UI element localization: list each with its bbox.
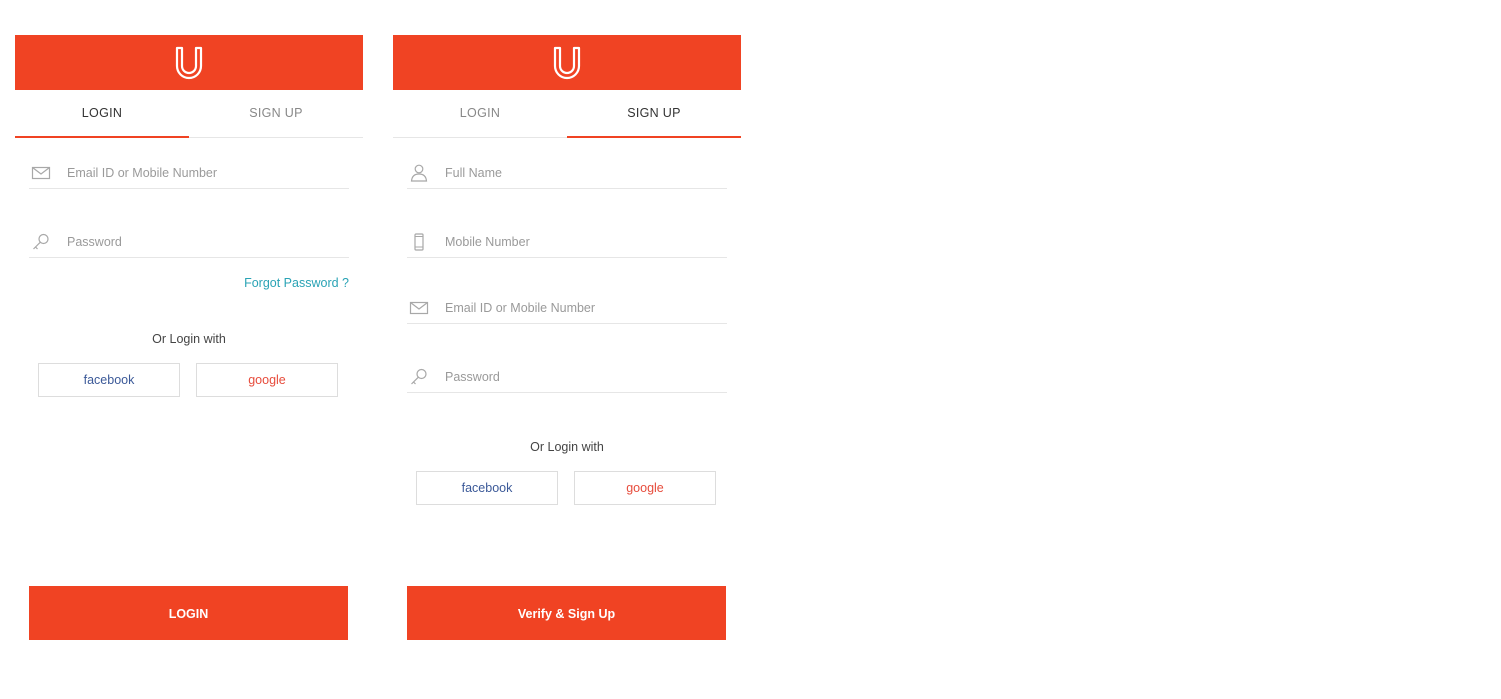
mobile-input[interactable] (445, 231, 715, 253)
forgot-password-link[interactable]: Forgot Password ? (244, 276, 349, 290)
login-screen: LOGIN SIGN UP Forgot Password ? Or Login… (15, 35, 363, 645)
google-login-button[interactable]: google (196, 363, 338, 397)
or-login-with-label: Or Login with (152, 332, 226, 346)
active-tab-indicator (567, 136, 741, 138)
mobile-field (407, 227, 727, 258)
mail-icon (31, 166, 51, 180)
fullname-field (407, 158, 727, 189)
signup-screen: LOGIN SIGN UP Or Login with (393, 35, 741, 645)
email-field (29, 158, 349, 189)
password-input[interactable] (67, 231, 337, 253)
or-login-with-label: Or Login with (530, 440, 604, 454)
key-icon (411, 368, 427, 385)
email-input[interactable] (445, 297, 715, 319)
password-input[interactable] (445, 366, 715, 388)
phone-icon (414, 233, 424, 251)
auth-tabs: LOGIN SIGN UP (393, 90, 741, 138)
password-field (407, 362, 727, 393)
google-login-button[interactable]: google (574, 471, 716, 505)
fullname-input[interactable] (445, 162, 715, 184)
user-icon (410, 164, 428, 182)
tab-login[interactable]: LOGIN (15, 90, 189, 137)
app-header (15, 35, 363, 90)
app-header (393, 35, 741, 90)
auth-tabs: LOGIN SIGN UP (15, 90, 363, 138)
login-button[interactable]: LOGIN (29, 586, 348, 640)
password-field (29, 227, 349, 258)
mail-icon (409, 301, 429, 315)
u-logo-icon (175, 46, 203, 79)
facebook-login-button[interactable]: facebook (38, 363, 180, 397)
tab-signup[interactable]: SIGN UP (189, 90, 363, 137)
verify-signup-button[interactable]: Verify & Sign Up (407, 586, 726, 640)
tab-login[interactable]: LOGIN (393, 90, 567, 137)
tab-signup[interactable]: SIGN UP (567, 90, 741, 137)
facebook-login-button[interactable]: facebook (416, 471, 558, 505)
email-input[interactable] (67, 162, 337, 184)
email-field (407, 293, 727, 324)
key-icon (33, 233, 49, 250)
active-tab-indicator (15, 136, 189, 138)
u-logo-icon (553, 46, 581, 79)
